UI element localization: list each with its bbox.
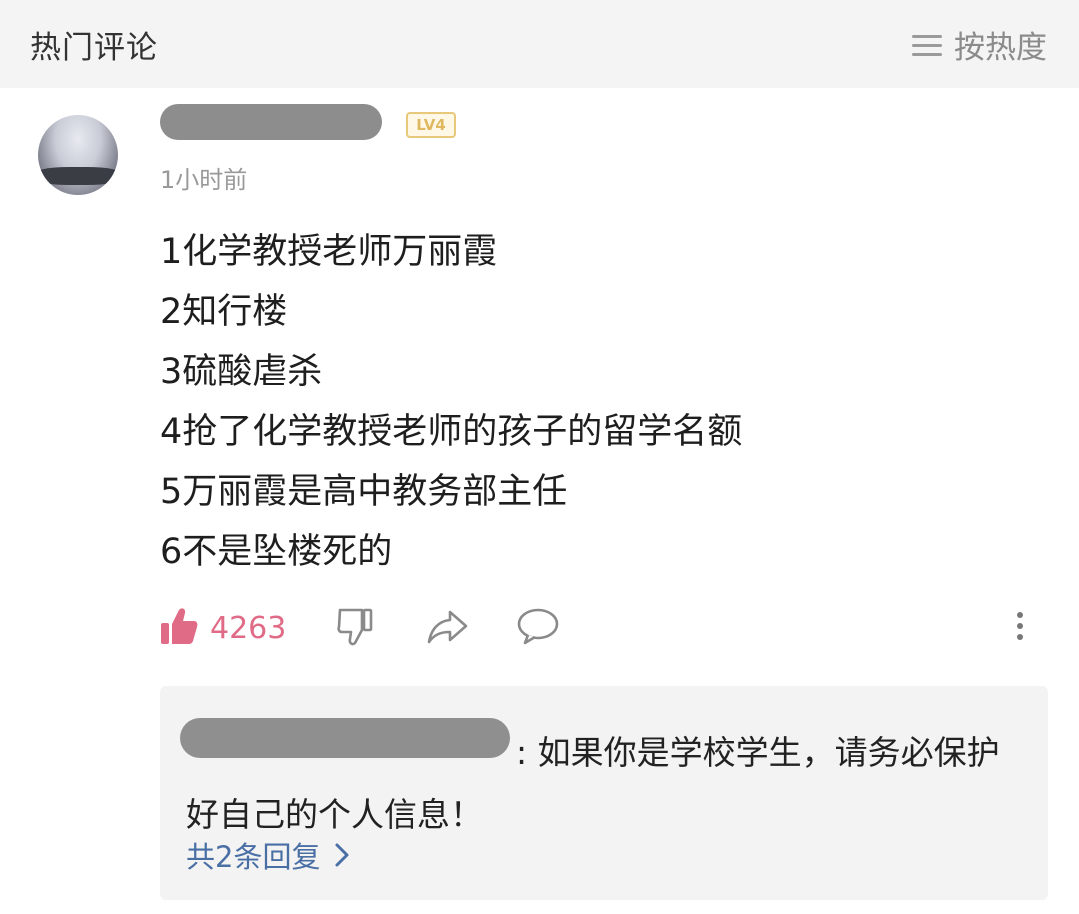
more-replies-label: 共2条回复 (186, 840, 321, 874)
chat-bubble-icon (516, 606, 560, 650)
comment-line: 3硫酸虐杀 (160, 352, 323, 392)
chevron-right-icon (334, 842, 350, 868)
thumbs-up-icon (160, 606, 198, 650)
sort-label: 按热度 (954, 30, 1047, 66)
like-button[interactable]: 4263 (160, 600, 286, 656)
redaction-blur (180, 718, 510, 758)
avatar[interactable] (38, 115, 118, 195)
dislike-button[interactable] (336, 600, 374, 656)
redaction-blur (160, 104, 382, 140)
like-count: 4263 (210, 610, 287, 646)
comment-line: 5万丽霞是高中教务部主任 (160, 472, 568, 512)
comment-line: 1化学教授老师万丽霞 (160, 232, 498, 272)
view-more-replies-link[interactable]: 共2条回复 (186, 834, 350, 876)
comment-line: 4抢了化学教授老师的孩子的留学名额 (160, 412, 743, 452)
reply-preview[interactable]: : 如果你是学校学生，请务必保护好自己的个人信息！ 共2条回复 (160, 686, 1048, 900)
thumbs-down-icon (336, 606, 374, 650)
more-vertical-icon (1012, 606, 1028, 650)
share-icon (426, 606, 470, 650)
comments-header: 热门评论 按热度 (0, 0, 1079, 88)
level-badge: LV4 (406, 112, 456, 138)
comment-actions: 4263 (160, 600, 1040, 656)
comment-line: 2知行楼 (160, 292, 288, 332)
section-title: 热门评论 (30, 30, 158, 66)
comment-line: 6不是坠楼死的 (160, 532, 393, 572)
username[interactable] (160, 100, 382, 144)
share-button[interactable] (426, 600, 470, 656)
comment-time: 1小时前 (160, 166, 248, 194)
sort-button[interactable]: 按热度 (912, 22, 1047, 67)
menu-icon (912, 34, 942, 56)
more-options-button[interactable] (1012, 600, 1028, 656)
comment-body: 1化学教授老师万丽霞 2知行楼 3硫酸虐杀 4抢了化学教授老师的孩子的留学名额 … (160, 222, 742, 582)
reply-button[interactable] (516, 600, 560, 656)
